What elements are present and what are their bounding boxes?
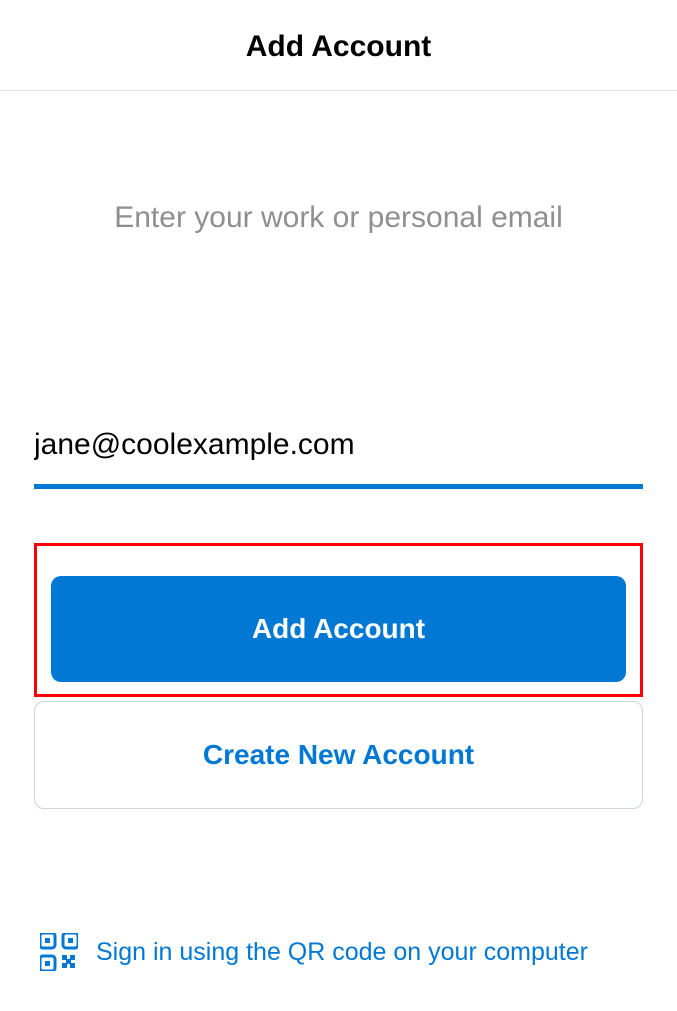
qr-signin-row: Sign in using the QR code on your comput…	[34, 933, 643, 971]
add-account-button[interactable]: Add Account	[51, 576, 626, 682]
highlight-annotation: Add Account	[34, 543, 643, 697]
prompt-text: Enter your work or personal email	[34, 201, 643, 235]
qr-signin-link[interactable]: Sign in using the QR code on your comput…	[96, 938, 588, 967]
create-new-account-button[interactable]: Create New Account	[34, 701, 643, 809]
header: Add Account	[0, 0, 677, 91]
email-input[interactable]	[34, 420, 643, 489]
qr-code-icon	[40, 933, 78, 971]
page-title: Add Account	[0, 30, 677, 64]
content-area: Enter your work or personal email Add Ac…	[0, 201, 677, 971]
